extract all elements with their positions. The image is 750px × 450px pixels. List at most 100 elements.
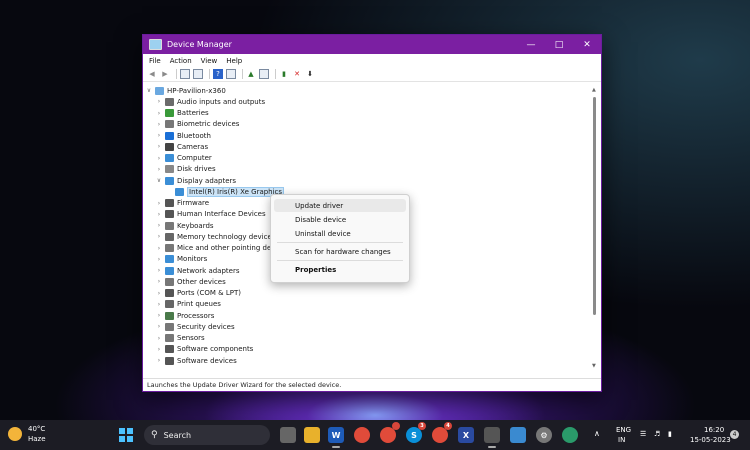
tree-category-row[interactable]: › Sensors: [145, 333, 591, 344]
chevron-right-icon[interactable]: ›: [155, 211, 163, 218]
tree-category-row[interactable]: › Software devices: [145, 355, 591, 366]
chevron-right-icon[interactable]: ›: [155, 233, 163, 240]
chevron-right-icon[interactable]: ›: [155, 290, 163, 297]
vertical-scrollbar[interactable]: ▲ ▼: [592, 85, 598, 371]
show-hide-console-tree-icon[interactable]: [180, 69, 190, 79]
disable-device-icon[interactable]: ⬇: [305, 69, 315, 79]
menu-view[interactable]: View: [201, 57, 218, 65]
xmind-icon[interactable]: X: [458, 427, 474, 443]
chrome-alt-icon[interactable]: 4: [432, 422, 452, 443]
context-uninstall-device[interactable]: Uninstall device: [274, 227, 406, 240]
device-manager-taskbar-icon[interactable]: [484, 427, 500, 448]
properties-sheet-icon[interactable]: [193, 69, 203, 79]
chevron-down-icon[interactable]: ∨: [145, 87, 153, 94]
language-indicator[interactable]: ENG: [616, 426, 631, 434]
context-disable-device[interactable]: Disable device: [274, 213, 406, 226]
menu-help[interactable]: Help: [226, 57, 242, 65]
close-button[interactable]: ✕: [573, 35, 601, 54]
toolbar-divider: [176, 69, 177, 79]
update-driver-icon[interactable]: [259, 69, 269, 79]
maximize-button[interactable]: □: [545, 35, 573, 54]
tree-category-row[interactable]: › Security devices: [145, 321, 591, 332]
weather-widget[interactable]: 40°C Haze: [8, 424, 46, 444]
settings-gear-icon[interactable]: ⚙: [536, 427, 552, 443]
forward-arrow-icon[interactable]: ▶: [160, 69, 170, 79]
tree-category-row[interactable]: ∨ Display adapters: [145, 175, 591, 186]
chrome-profile-icon[interactable]: [380, 422, 400, 443]
menu-file[interactable]: File: [149, 57, 161, 65]
scan-hardware-icon[interactable]: ▲: [246, 69, 256, 79]
scroll-up-icon[interactable]: ▲: [592, 87, 596, 93]
tree-category-row[interactable]: › Bluetooth: [145, 130, 591, 141]
chevron-right-icon[interactable]: ›: [155, 312, 163, 319]
tree-category-row[interactable]: › Disk drives: [145, 164, 591, 175]
help-icon[interactable]: ?: [213, 69, 223, 79]
software-device-icon: [165, 356, 174, 365]
minimize-button[interactable]: —: [517, 35, 545, 54]
chevron-right-icon[interactable]: ›: [155, 301, 163, 308]
taskbar-search[interactable]: ⚲ Search: [144, 425, 270, 445]
tree-category-row[interactable]: › Audio inputs and outputs: [145, 96, 591, 107]
chevron-right-icon[interactable]: ›: [155, 323, 163, 330]
chevron-right-icon[interactable]: ›: [155, 155, 163, 162]
photos-icon[interactable]: [510, 427, 526, 443]
uninstall-device-icon[interactable]: ✕: [292, 69, 302, 79]
chevron-right-icon[interactable]: ›: [155, 98, 163, 105]
chrome-icon[interactable]: [354, 427, 370, 443]
back-arrow-icon[interactable]: ◀: [147, 69, 157, 79]
chevron-right-icon[interactable]: ›: [155, 278, 163, 285]
skype-icon[interactable]: S3: [406, 422, 426, 443]
tree-category-row[interactable]: › Cameras: [145, 141, 591, 152]
properties-icon[interactable]: [226, 69, 236, 79]
chevron-down-icon[interactable]: ∨: [155, 177, 163, 184]
chevron-right-icon[interactable]: ›: [155, 357, 163, 364]
battery-icon: [165, 109, 174, 118]
tree-category-label: Cameras: [177, 142, 209, 151]
tree-category-row[interactable]: › Print queues: [145, 299, 591, 310]
tree-category-label: Software devices: [177, 356, 237, 365]
menu-action[interactable]: Action: [170, 57, 192, 65]
haze-sun-icon: [8, 427, 22, 441]
notification-badge[interactable]: 4: [730, 430, 739, 439]
context-update-driver[interactable]: Update driver: [274, 199, 406, 212]
enable-device-icon[interactable]: ▮: [279, 69, 289, 79]
chevron-right-icon[interactable]: ›: [155, 132, 163, 139]
tree-category-row[interactable]: › Ports (COM & LPT): [145, 288, 591, 299]
context-properties[interactable]: Properties: [274, 263, 406, 276]
task-view-icon[interactable]: [280, 427, 296, 443]
title-bar[interactable]: Device Manager — □ ✕: [143, 35, 601, 54]
memory-icon: [165, 232, 174, 241]
battery-icon[interactable]: ▮: [668, 430, 672, 438]
tree-category-row[interactable]: › Biometric devices: [145, 119, 591, 130]
volume-icon[interactable]: ♬: [654, 430, 660, 438]
chevron-right-icon[interactable]: ›: [155, 110, 163, 117]
chevron-right-icon[interactable]: ›: [155, 256, 163, 263]
tree-category-row[interactable]: › Software components: [145, 344, 591, 355]
word-icon[interactable]: W: [328, 427, 344, 448]
tree-root[interactable]: ∨ HP-Pavilion-x360: [145, 85, 591, 96]
chevron-right-icon[interactable]: ›: [155, 222, 163, 229]
clock-time[interactable]: 16:20: [704, 426, 724, 434]
chevron-right-icon[interactable]: ›: [155, 200, 163, 207]
tree-category-label: Software components: [177, 345, 254, 354]
chevron-right-icon[interactable]: ›: [155, 245, 163, 252]
tree-category-row[interactable]: › Processors: [145, 310, 591, 321]
toolbar-divider: [275, 69, 276, 79]
chevron-up-icon[interactable]: ∧: [594, 429, 600, 438]
chevron-right-icon[interactable]: ›: [155, 346, 163, 353]
chevron-right-icon[interactable]: ›: [155, 267, 163, 274]
file-explorer-icon[interactable]: [304, 427, 320, 443]
chevron-right-icon[interactable]: ›: [155, 335, 163, 342]
windows-start-button[interactable]: [119, 428, 133, 442]
context-scan-hardware[interactable]: Scan for hardware changes: [274, 245, 406, 258]
chevron-right-icon[interactable]: ›: [155, 143, 163, 150]
chevron-right-icon[interactable]: ›: [155, 166, 163, 173]
chevron-right-icon[interactable]: ›: [155, 121, 163, 128]
scroll-down-icon[interactable]: ▼: [592, 363, 596, 369]
scrollbar-thumb[interactable]: [593, 97, 596, 315]
tree-category-row[interactable]: › Batteries: [145, 108, 591, 119]
wifi-icon[interactable]: ☰: [640, 430, 646, 438]
display-adapter-icon: [175, 187, 184, 196]
edge-icon[interactable]: [562, 427, 578, 443]
tree-category-row[interactable]: › Computer: [145, 153, 591, 164]
